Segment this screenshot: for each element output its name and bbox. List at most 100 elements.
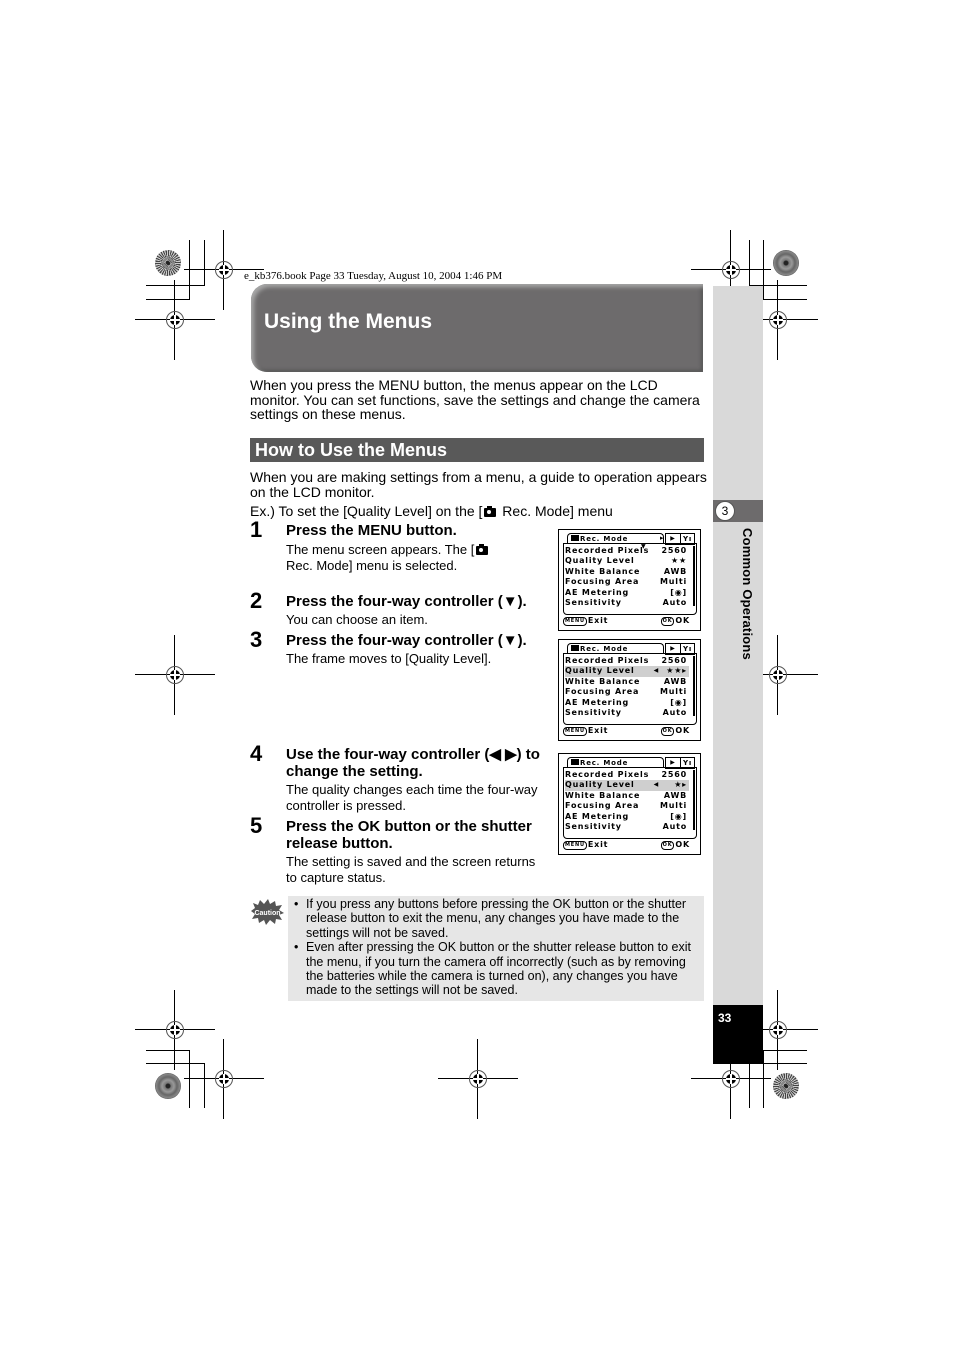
menu-item-value: [◉] bbox=[670, 811, 687, 821]
step-desc-text: Rec. Mode] menu is selected. bbox=[286, 558, 458, 573]
ok-key-icon: OK bbox=[660, 617, 675, 626]
menu-key-icon: MENU bbox=[563, 841, 587, 850]
menu-item-value: Auto bbox=[662, 597, 687, 607]
step-desc-text: The menu screen appears. The [ bbox=[286, 542, 475, 557]
menu-key-icon: MENU bbox=[563, 727, 587, 736]
menu-item-value: AWB bbox=[663, 790, 687, 800]
title-banner: Using the Menus bbox=[251, 284, 703, 372]
playback-icon: ▶ bbox=[670, 535, 676, 542]
registration-mark bbox=[738, 280, 818, 360]
menu-item-value: Multi bbox=[660, 687, 687, 697]
example-suffix: Rec. Mode] menu bbox=[498, 503, 613, 519]
menu-item-value: Auto bbox=[662, 821, 687, 831]
footer-label: OK bbox=[675, 840, 690, 849]
page-title: Using the Menus bbox=[264, 310, 433, 333]
caution-list: If you press any buttons before pressing… bbox=[288, 897, 698, 998]
ok-key-icon: OK bbox=[660, 841, 675, 850]
footer-ok: OK OK bbox=[660, 616, 690, 626]
example-line: Ex.) To set the [Quality Level] on the [… bbox=[250, 504, 710, 519]
menu-item: Focusing Area Multi bbox=[565, 577, 689, 587]
menu-item-value: AWB bbox=[663, 676, 687, 686]
registration-mark bbox=[691, 1039, 771, 1119]
registration-mark bbox=[135, 635, 215, 715]
tab-label: Rec. Mode bbox=[580, 759, 629, 767]
registration-disc bbox=[155, 1073, 181, 1099]
footer-exit: MENU Exit bbox=[563, 840, 608, 850]
menu-item-value: [◉] bbox=[670, 697, 687, 707]
menu-item-label: Sensitivity bbox=[565, 821, 622, 831]
camera-icon bbox=[571, 645, 579, 651]
guide-paragraph: When you are making settings from a menu… bbox=[250, 469, 707, 500]
menu-item: Quality Level ◀ ★▸ bbox=[565, 780, 689, 791]
step-number: 1 bbox=[250, 517, 263, 542]
registration-disc bbox=[155, 250, 181, 276]
menu-item: Recorded Pixels 2560 bbox=[565, 770, 689, 780]
lcd-menu-screen: Rec. Mode ▶ Yı Recorded Pixels 2560 Quality L… bbox=[558, 753, 701, 855]
menu-item-label: Quality Level bbox=[565, 666, 635, 676]
footer-exit: MENU Exit bbox=[563, 616, 608, 626]
step-description: The frame moves to [Quality Level]. bbox=[286, 651, 492, 666]
menu-list: Recorded Pixels 2560 Quality Level ◀ ★▸ White… bbox=[565, 770, 689, 832]
caution-icon-label: Caution bbox=[254, 910, 280, 917]
menu-item-label: Sensitivity bbox=[565, 597, 622, 607]
crop-line bbox=[204, 240, 205, 286]
caution-item: If you press any buttons before pressing… bbox=[288, 897, 698, 940]
menu-item-label: Sensitivity bbox=[565, 707, 622, 717]
menu-item: White Balance AWB bbox=[565, 567, 689, 577]
playback-icon: ▶ bbox=[670, 759, 676, 766]
registration-mark bbox=[738, 990, 818, 1070]
camera-icon bbox=[476, 544, 489, 555]
menu-item: Quality Level ◀ ★★▸ bbox=[565, 666, 689, 677]
menu-item-value: Multi bbox=[660, 801, 687, 811]
footer-label: Exit bbox=[587, 726, 609, 735]
camera-icon bbox=[484, 506, 497, 517]
menu-item-value: ★★▸ bbox=[666, 666, 687, 676]
example-prefix: Ex.) To set the [Quality Level] on the [ bbox=[250, 503, 483, 519]
menu-item: Recorded Pixels 2560 bbox=[565, 656, 689, 666]
footer-exit: MENU Exit bbox=[563, 726, 608, 736]
menu-item-label: AE Metering bbox=[565, 811, 629, 821]
caution-item: Even after pressing the OK button or the… bbox=[288, 940, 698, 998]
menu-item-label: White Balance bbox=[565, 566, 641, 576]
menu-item-value: ★▸ bbox=[674, 780, 687, 790]
camera-icon bbox=[571, 759, 579, 765]
page-number: 33 bbox=[718, 1011, 732, 1025]
crop-line bbox=[763, 299, 807, 300]
menu-item-label: Quality Level bbox=[565, 556, 635, 566]
footer-label: OK bbox=[675, 616, 690, 625]
registration-mark bbox=[184, 230, 264, 310]
menu-key-icon: MENU bbox=[563, 617, 587, 626]
menu-item: Recorded Pixels 2560 bbox=[565, 546, 689, 556]
step-title: Use the four-way controller (◀ ▶) to cha… bbox=[286, 746, 540, 780]
menu-item-label: White Balance bbox=[565, 790, 641, 800]
print-header: e_kb376.book Page 33 Tuesday, August 10,… bbox=[244, 270, 503, 282]
menu-item-label: Focusing Area bbox=[565, 577, 640, 587]
footer-label: Exit bbox=[587, 840, 609, 849]
menu-item-label: AE Metering bbox=[565, 587, 629, 597]
menu-item-value: 2560 bbox=[661, 546, 687, 555]
lcd-menu-screen: Rec. Mode ▶ Yı Recorded Pixels 2560 Quality L… bbox=[558, 639, 701, 741]
registration-mark bbox=[438, 1039, 518, 1119]
intro-paragraph: When you press the MENU button, the menu… bbox=[250, 377, 700, 422]
menu-item-label: AE Metering bbox=[565, 697, 629, 707]
registration-disc bbox=[773, 1073, 799, 1099]
right-arrow-icon: ▸ bbox=[660, 534, 665, 542]
step-number: 2 bbox=[250, 588, 263, 613]
menu-item-value: 2560 bbox=[661, 656, 687, 665]
lcd-menu-screen: Rec. Mode ▸ ▼ ▶ Yı Recorded Pixels 2560 Quality… bbox=[558, 529, 701, 631]
footer-ok: OK OK bbox=[660, 840, 690, 850]
ok-key-icon: OK bbox=[660, 727, 675, 736]
left-arrow-icon: ◀ bbox=[653, 667, 659, 675]
registration-mark bbox=[738, 635, 818, 715]
setup-icon: Yı bbox=[682, 535, 693, 543]
crop-line bbox=[146, 1063, 204, 1064]
crop-line bbox=[763, 1050, 807, 1051]
menu-item: Sensitivity Auto bbox=[565, 708, 689, 718]
caution-icon: Caution bbox=[251, 899, 284, 925]
menu-item: White Balance AWB bbox=[565, 677, 689, 687]
section-heading: How to Use the Menus bbox=[255, 440, 448, 460]
menu-item-label: Focusing Area bbox=[565, 687, 640, 697]
menu-item: Sensitivity Auto bbox=[565, 822, 689, 832]
setup-icon: Yı bbox=[682, 645, 693, 653]
step-number: 3 bbox=[250, 627, 263, 652]
